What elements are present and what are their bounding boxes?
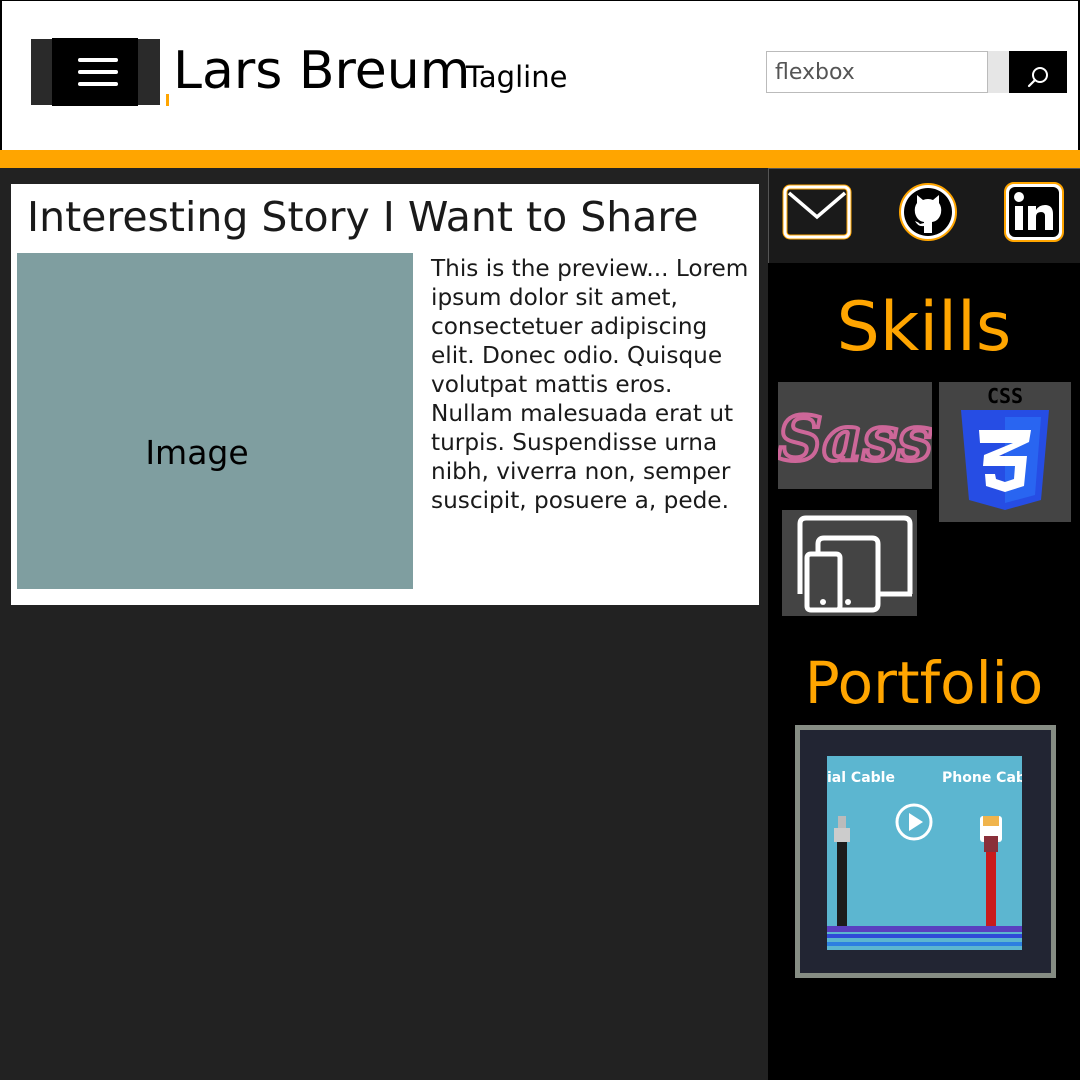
story-title[interactable]: Interesting Story I Want to Share: [27, 192, 699, 242]
site-header: Lars Breum Tagline: [0, 0, 1080, 150]
portfolio-thumbnail: ial Cable Phone Cab: [827, 756, 1022, 950]
linkedin-link[interactable]: [1003, 181, 1065, 247]
sass-skill-tile[interactable]: Sass: [776, 382, 935, 489]
github-link[interactable]: [897, 181, 959, 247]
css3-skill-tile[interactable]: CSS: [939, 382, 1071, 522]
sidebar: Skills Sass CSS Portfolio ial Cable Phon…: [768, 168, 1080, 1080]
linkedin-icon: [1004, 182, 1064, 242]
cable-illustration: [827, 803, 1022, 946]
mail-link[interactable]: [781, 181, 853, 247]
hamburger-icon: [78, 58, 118, 86]
search-button[interactable]: [1009, 51, 1067, 93]
site-title[interactable]: Lars Breum: [173, 39, 470, 103]
search-icon: [1027, 66, 1048, 87]
header-accent-bar: [0, 150, 1080, 168]
portfolio-heading: Portfolio: [804, 649, 1044, 717]
responsive-devices-icon: [797, 515, 913, 613]
skills-heading: Skills: [836, 288, 1012, 367]
responsive-skill-tile[interactable]: [782, 510, 917, 616]
story-preview-text: This is the preview... Lorem ipsum dolor…: [431, 255, 749, 514]
site-tagline: Tagline: [466, 60, 568, 94]
search-divider: [988, 51, 1009, 93]
svg-text:CSS: CSS: [987, 384, 1023, 408]
hamburger-menu-button[interactable]: [31, 38, 169, 106]
social-links: [768, 168, 1080, 263]
sass-logo: Sass: [776, 400, 935, 477]
mail-icon: [782, 184, 852, 240]
image-placeholder-label: Image: [145, 433, 249, 472]
story-image-placeholder: Image: [17, 253, 413, 589]
portfolio-item[interactable]: ial Cable Phone Cab: [795, 725, 1056, 978]
svg-text:Sass: Sass: [778, 402, 932, 475]
github-icon: [899, 183, 957, 241]
search-input[interactable]: [766, 51, 988, 93]
story-card[interactable]: Interesting Story I Want to Share Image …: [11, 184, 759, 605]
css3-logo: CSS: [961, 384, 1049, 510]
